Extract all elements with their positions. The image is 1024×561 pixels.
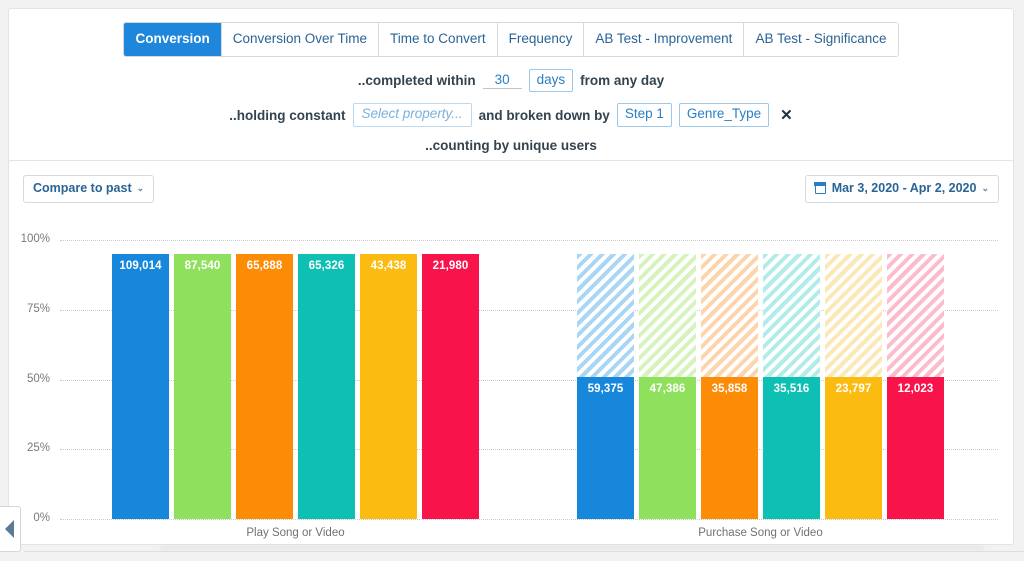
gridline bbox=[60, 519, 998, 520]
tab-ab-test-improvement[interactable]: AB Test - Improvement bbox=[584, 23, 745, 56]
bar-value-label: 87,540 bbox=[184, 259, 221, 272]
analysis-tabs: Conversion Conversion Over Time Time to Co… bbox=[123, 22, 899, 57]
bar[interactable]: 65,888 bbox=[236, 253, 293, 519]
holding-constant-label: ..holding constant bbox=[229, 107, 346, 123]
date-range-button[interactable]: Mar 3, 2020 - Apr 2, 2020 ⌄ bbox=[804, 175, 999, 203]
bar[interactable]: 43,438 bbox=[360, 253, 417, 519]
plot-area: 0% 25% 50% 75% 100% 109,014 87,540 65,888 65,326… bbox=[21, 233, 998, 524]
bar-value-label: 35,516 bbox=[773, 383, 810, 395]
collapse-panel-handle[interactable] bbox=[0, 506, 21, 552]
bar-value-label: 65,326 bbox=[308, 259, 345, 272]
completed-within-row: ..completed within 30 days from any day bbox=[19, 68, 1003, 93]
gridline bbox=[60, 240, 998, 241]
bar[interactable]: 59,375 bbox=[577, 377, 634, 519]
bar[interactable]: 47,386 bbox=[639, 377, 696, 519]
chevron-down-icon: ⌄ bbox=[981, 182, 989, 193]
bar[interactable]: 65,326 bbox=[298, 253, 355, 519]
bar[interactable]: 35,516 bbox=[763, 377, 820, 519]
tab-frequency[interactable]: Frequency bbox=[497, 23, 585, 56]
y-axis-tick: 75% bbox=[26, 302, 50, 315]
bar-value-label: 43,438 bbox=[370, 259, 407, 272]
y-axis-tick: 50% bbox=[26, 372, 50, 385]
bar-value-label: 65,888 bbox=[246, 259, 283, 272]
analytics-app: Conversion Conversion Over Time Time to Co… bbox=[0, 0, 1024, 561]
calendar-icon bbox=[814, 182, 827, 194]
tab-conversion[interactable]: Conversion bbox=[124, 23, 222, 56]
bar[interactable]: 21,980 bbox=[422, 253, 479, 519]
x-axis-group-label: Play Song or Video bbox=[246, 527, 345, 539]
bar[interactable]: 23,797 bbox=[825, 377, 882, 519]
days-unit-select[interactable]: days bbox=[528, 68, 574, 93]
close-icon[interactable]: ✕ bbox=[780, 108, 793, 123]
counting-row: ..counting by unique users bbox=[19, 138, 1003, 153]
breakdown-property-pill[interactable]: Genre_Type bbox=[678, 103, 770, 128]
from-any-day-label: from any day bbox=[580, 72, 665, 88]
bar-value-label: 21,980 bbox=[432, 259, 469, 272]
bar-value-label: 23,797 bbox=[835, 383, 872, 395]
bar[interactable]: 35,858 bbox=[701, 377, 758, 519]
tab-conversion-over-time[interactable]: Conversion Over Time bbox=[221, 23, 380, 56]
bar[interactable]: 12,023 bbox=[887, 377, 944, 519]
select-property-input[interactable]: Select property... bbox=[352, 103, 472, 128]
chevron-left-icon bbox=[5, 520, 14, 538]
chevron-down-icon: ⌄ bbox=[136, 182, 145, 193]
breakdown-row: ..holding constant Select property... an… bbox=[19, 103, 1003, 128]
tab-ab-test-significance[interactable]: AB Test - Significance bbox=[744, 23, 898, 56]
bar-value-label: 47,386 bbox=[649, 383, 686, 395]
query-builder-card: Conversion Conversion Over Time Time to Co… bbox=[8, 8, 1014, 169]
y-axis-tick: 100% bbox=[20, 233, 50, 245]
compare-to-past-button[interactable]: Compare to past ⌄ bbox=[23, 175, 155, 203]
x-axis-group-label: Purchase Song or Video bbox=[698, 527, 823, 539]
bar-value-label: 59,375 bbox=[587, 383, 624, 395]
bottom-divider bbox=[24, 551, 1024, 552]
conversion-bar-chart: 0% 25% 50% 75% 100% 109,014 87,540 65,888 65,326… bbox=[21, 233, 998, 539]
bar[interactable]: 87,540 bbox=[174, 253, 231, 519]
days-value-input[interactable]: 30 bbox=[482, 71, 522, 90]
chart-toolbar: Compare to past ⌄ Daily ⌄ Mar 3, 2020 - … bbox=[9, 161, 1013, 211]
bar-value-label: 12,023 bbox=[897, 383, 934, 395]
analysis-tabs-row: Conversion Conversion Over Time Time to Co… bbox=[19, 22, 1003, 57]
counting-label: ..counting by unique users bbox=[425, 138, 597, 154]
y-axis-tick: 25% bbox=[26, 442, 50, 455]
bar-value-label: 109,014 bbox=[119, 259, 162, 272]
date-range-label: Mar 3, 2020 - Apr 2, 2020 bbox=[831, 181, 977, 195]
bar[interactable]: 109,014 bbox=[112, 253, 169, 519]
completed-within-label: ..completed within bbox=[357, 72, 476, 88]
tab-time-to-convert[interactable]: Time to Convert bbox=[379, 23, 498, 56]
breakdown-step-pill[interactable]: Step 1 bbox=[616, 103, 672, 128]
broken-down-by-label: and broken down by bbox=[478, 107, 610, 123]
bar-value-label: 35,858 bbox=[711, 383, 748, 395]
compare-to-past-label: Compare to past bbox=[33, 181, 132, 195]
